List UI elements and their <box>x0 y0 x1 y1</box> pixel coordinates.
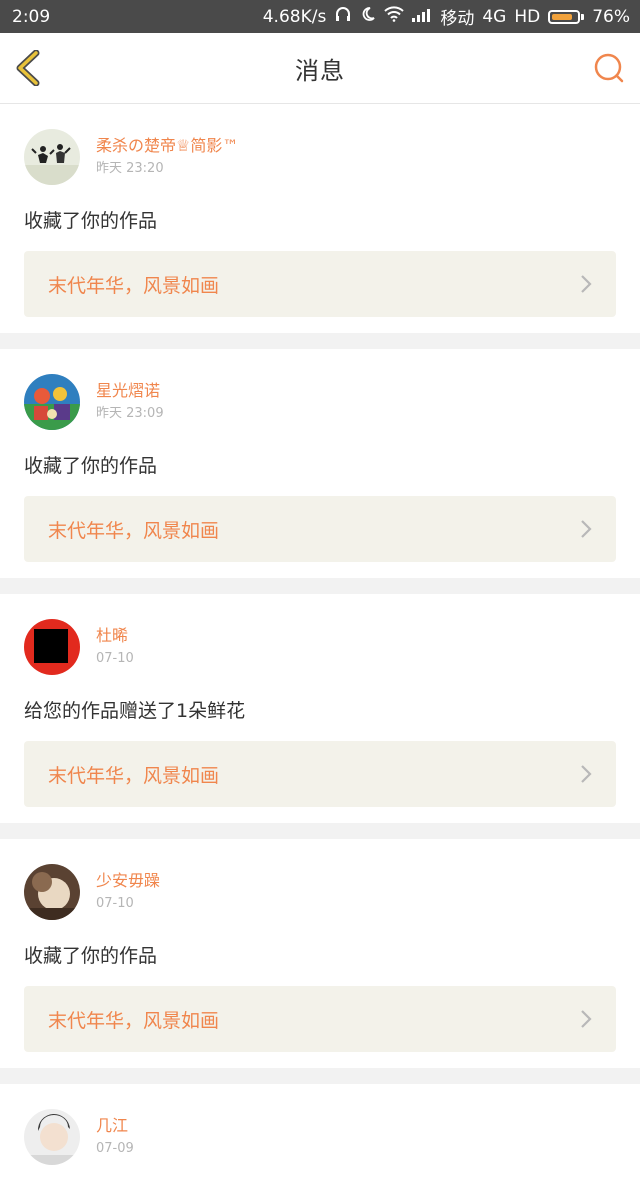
avatar[interactable] <box>24 619 80 675</box>
message-header: 星光熠诺 昨天 23:09 <box>24 373 616 431</box>
chevron-right-icon <box>581 520 592 538</box>
battery-percent: 76% <box>592 6 630 27</box>
message-header: 几江 07-09 <box>24 1108 616 1166</box>
moon-icon <box>360 6 376 27</box>
message-time: 07-10 <box>96 896 134 911</box>
message-time: 昨天 23:09 <box>96 406 164 421</box>
message-list: 柔杀の楚帝♕简影™ 昨天 23:20 收藏了你的作品 末代年华，风景如画 星光熠… <box>0 104 640 1182</box>
signal-icon <box>412 7 432 27</box>
wifi-icon <box>384 6 405 27</box>
work-link[interactable]: 末代年华，风景如画 <box>24 986 616 1052</box>
chevron-right-icon <box>581 275 592 293</box>
work-title: 末代年华，风景如画 <box>48 274 220 297</box>
work-title: 末代年华，风景如画 <box>48 764 220 787</box>
message-header: 柔杀の楚帝♕简影™ 昨天 23:20 <box>24 128 616 186</box>
nav-bar: 消息 <box>0 33 640 104</box>
message-header: 杜晞 07-10 <box>24 618 616 676</box>
page-title: 消息 <box>295 56 345 85</box>
message-card: 杜晞 07-10 给您的作品赠送了1朵鲜花 末代年华，风景如画 <box>0 594 640 823</box>
avatar[interactable] <box>24 864 80 920</box>
username-link[interactable]: 柔杀の楚帝♕简影™ <box>96 136 238 156</box>
username-link[interactable]: 星光熠诺 <box>96 381 164 401</box>
username-link[interactable]: 几江 <box>96 1116 134 1136</box>
status-time: 2:09 <box>12 6 51 27</box>
message-action-text: 收藏了你的作品 <box>24 455 158 477</box>
username-link[interactable]: 少安毋躁 <box>96 871 160 891</box>
battery-icon <box>548 9 585 24</box>
search-icon[interactable] <box>592 51 626 85</box>
message-header: 少安毋躁 07-10 <box>24 863 616 921</box>
message-time: 07-10 <box>96 651 134 666</box>
message-card: 柔杀の楚帝♕简影™ 昨天 23:20 收藏了你的作品 末代年华，风景如画 <box>0 104 640 333</box>
network-speed: 4.68K/s <box>262 6 327 27</box>
network-type: 4G <box>482 6 507 27</box>
chevron-right-icon <box>581 1010 592 1028</box>
carrier-label: 移动 <box>440 9 475 29</box>
status-bar: 2:09 4.68K/s 移动 4G HD 76% <box>0 0 640 33</box>
message-card: 星光熠诺 昨天 23:09 收藏了你的作品 末代年华，风景如画 <box>0 349 640 578</box>
message-time: 07-09 <box>96 1141 134 1156</box>
message-action-text: 收藏了你的作品 <box>24 945 158 967</box>
message-action-text: 收藏了你的作品 <box>24 210 158 232</box>
avatar[interactable] <box>24 374 80 430</box>
chevron-right-icon <box>581 765 592 783</box>
work-link[interactable]: 末代年华，风景如画 <box>24 741 616 807</box>
work-link[interactable]: 末代年华，风景如画 <box>24 251 616 317</box>
status-indicators: 4.68K/s 移动 4G HD 76% <box>263 4 630 29</box>
back-arrow-icon[interactable] <box>14 49 46 87</box>
message-action-text: 给您的作品赠送了1朵鲜花 <box>24 700 246 722</box>
avatar[interactable] <box>24 1109 80 1165</box>
message-card: 少安毋躁 07-10 收藏了你的作品 末代年华，风景如画 <box>0 839 640 1068</box>
work-title: 末代年华，风景如画 <box>48 519 220 542</box>
username-link[interactable]: 杜晞 <box>96 626 134 646</box>
work-link[interactable]: 末代年华，风景如画 <box>24 496 616 562</box>
avatar[interactable] <box>24 129 80 185</box>
work-title: 末代年华，风景如画 <box>48 1009 220 1032</box>
headphones-icon <box>334 5 352 28</box>
message-time: 昨天 23:20 <box>96 161 164 176</box>
message-card: 几江 07-09 <box>0 1084 640 1182</box>
hd-label: HD <box>514 6 541 27</box>
